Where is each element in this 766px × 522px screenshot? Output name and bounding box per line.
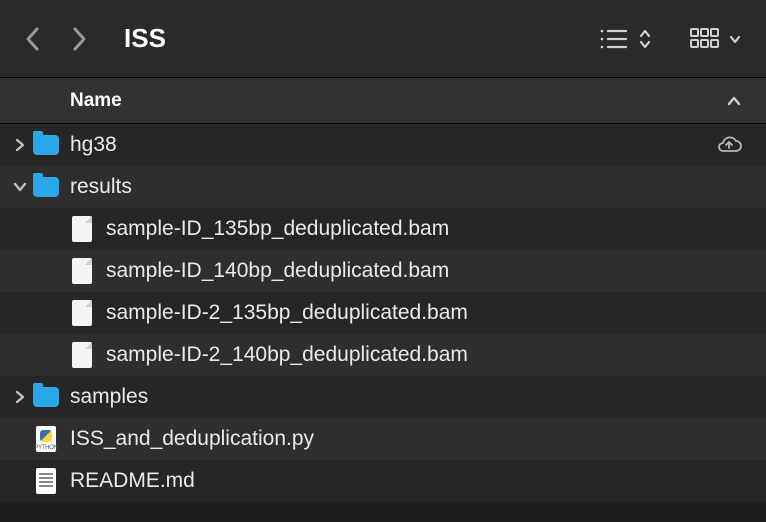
forward-button[interactable] [70, 25, 88, 53]
item-name: sample-ID_135bp_deduplicated.bam [106, 217, 744, 241]
file-row[interactable]: README.md [0, 460, 766, 502]
item-name: results [70, 175, 744, 199]
chevron-down-icon [728, 32, 742, 46]
window-title: ISS [124, 23, 166, 54]
item-name: README.md [70, 469, 744, 493]
group-button[interactable] [690, 27, 742, 51]
back-button[interactable] [24, 25, 42, 53]
file-row[interactable]: PYTHON ISS_and_deduplication.py [0, 418, 766, 460]
file-icon [72, 342, 92, 368]
item-name: ISS_and_deduplication.py [70, 427, 744, 451]
sort-indicator [726, 95, 742, 107]
grid-icon [690, 27, 720, 51]
file-row[interactable]: sample-ID_140bp_deduplicated.bam [0, 250, 766, 292]
file-row[interactable]: sample-ID_135bp_deduplicated.bam [0, 208, 766, 250]
folder-icon [33, 387, 59, 407]
cloud-download-icon[interactable] [714, 134, 744, 156]
file-row[interactable]: sample-ID-2_140bp_deduplicated.bam [0, 334, 766, 376]
view-mode-button[interactable] [598, 27, 652, 51]
file-list: hg38 results sample-ID_135bp_deduplicated.… [0, 124, 766, 502]
folder-icon [33, 135, 59, 155]
folder-row[interactable]: results [0, 166, 766, 208]
column-header[interactable]: Name [0, 78, 766, 124]
disclosure-triangle[interactable] [10, 138, 30, 152]
item-name: hg38 [70, 133, 714, 157]
file-icon [72, 216, 92, 242]
chevron-left-icon [24, 25, 42, 53]
up-down-icon [638, 27, 652, 51]
markdown-file-icon [36, 468, 56, 494]
file-row[interactable]: sample-ID-2_135bp_deduplicated.bam [0, 292, 766, 334]
list-icon [598, 27, 628, 51]
item-name: sample-ID-2_140bp_deduplicated.bam [106, 343, 744, 367]
file-icon [72, 258, 92, 284]
python-file-icon: PYTHON [36, 426, 56, 452]
toolbar: ISS [0, 0, 766, 78]
item-name: sample-ID-2_135bp_deduplicated.bam [106, 301, 744, 325]
folder-row[interactable]: samples [0, 376, 766, 418]
chevron-up-icon [726, 95, 742, 107]
folder-row[interactable]: hg38 [0, 124, 766, 166]
disclosure-triangle[interactable] [10, 181, 30, 193]
folder-icon [33, 177, 59, 197]
item-name: samples [70, 385, 744, 409]
column-name: Name [70, 90, 726, 112]
chevron-right-icon [70, 25, 88, 53]
disclosure-triangle[interactable] [10, 390, 30, 404]
file-icon [72, 300, 92, 326]
item-name: sample-ID_140bp_deduplicated.bam [106, 259, 744, 283]
